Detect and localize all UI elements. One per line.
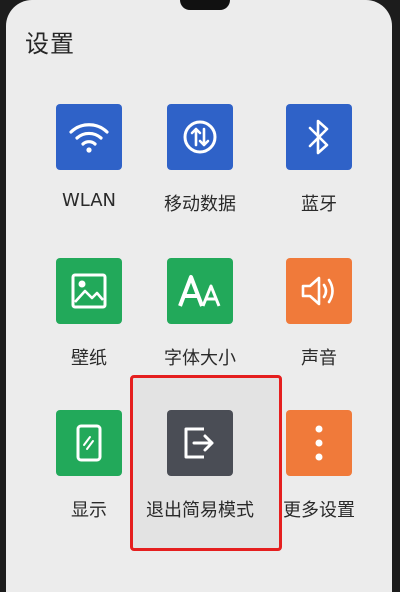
tile-sound[interactable]: 声音 [259, 258, 379, 408]
camera-notch [180, 0, 230, 10]
tile-display[interactable]: 显示 [29, 410, 149, 560]
display-icon [56, 410, 122, 476]
tile-label: 字体大小 [164, 348, 236, 369]
tile-label: 蓝牙 [301, 194, 337, 215]
exit-icon [167, 410, 233, 476]
mobile-data-icon [167, 104, 233, 170]
tile-label: 移动数据 [164, 194, 236, 215]
tile-label: 显示 [71, 500, 107, 521]
tile-wallpaper[interactable]: 壁纸 [29, 258, 149, 408]
tile-exit-simple-mode[interactable]: 退出简易模式 [140, 410, 260, 560]
tile-label: 声音 [301, 348, 337, 369]
wallpaper-icon [56, 258, 122, 324]
tile-bluetooth[interactable]: 蓝牙 [259, 104, 379, 254]
tile-label: WLAN [61, 190, 117, 211]
tile-more-settings[interactable]: 更多设置 [259, 410, 379, 560]
tile-label: 更多设置 [283, 500, 355, 521]
tile-mobile-data[interactable]: 移动数据 [140, 104, 260, 254]
phone-frame: 设置 WLAN 移动数据 蓝牙 壁纸 字体大小 声音 显示 退出简易模式 更多设… [0, 0, 400, 592]
tile-wlan[interactable]: WLAN [29, 104, 149, 254]
bluetooth-icon [286, 104, 352, 170]
tile-label: 壁纸 [71, 348, 107, 369]
tile-label: 退出简易模式 [146, 500, 254, 521]
font-size-icon [167, 258, 233, 324]
settings-screen: 设置 WLAN 移动数据 蓝牙 壁纸 字体大小 声音 显示 退出简易模式 更多设… [6, 0, 392, 592]
page-title: 设置 [25, 30, 75, 58]
tile-font-size[interactable]: 字体大小 [140, 258, 260, 408]
more-icon [286, 410, 352, 476]
sound-icon [286, 258, 352, 324]
wifi-icon [56, 104, 122, 170]
